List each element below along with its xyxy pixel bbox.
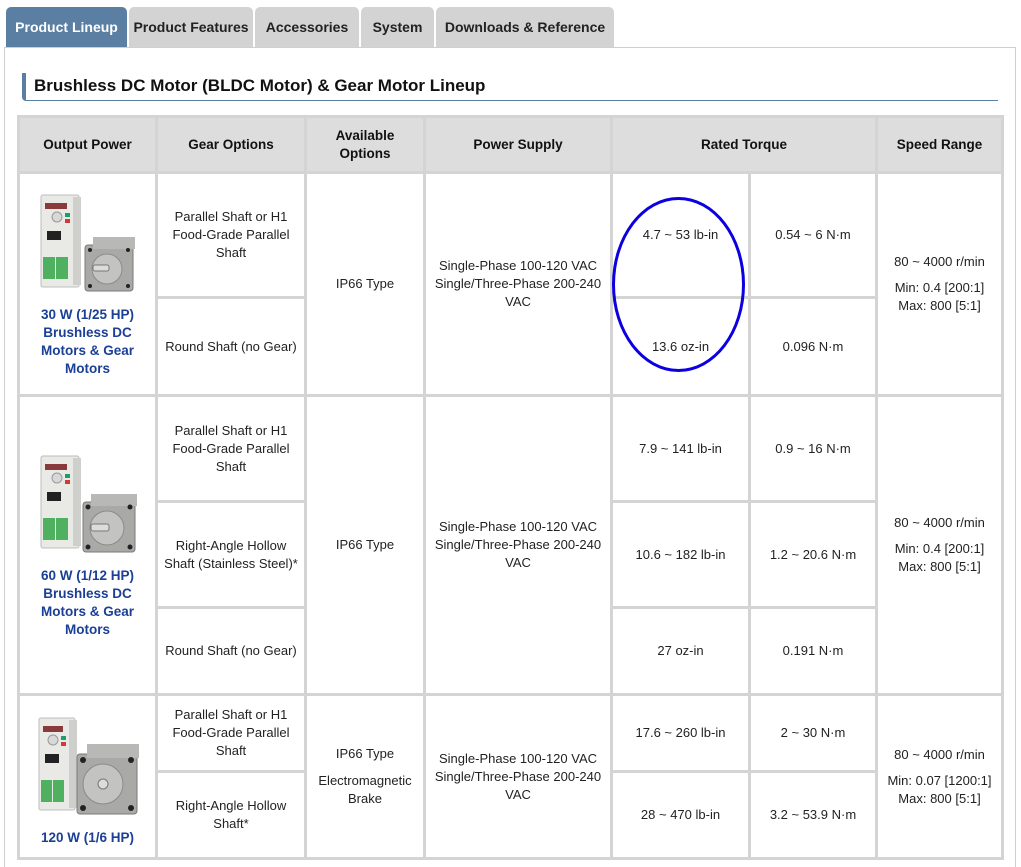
motor-driver-product-image[interactable]	[33, 452, 143, 557]
tab-downloads-reference[interactable]: Downloads & Reference	[436, 7, 614, 47]
output-power-cell: 120 W (1/6 HP)	[17, 693, 158, 860]
speed-range-value: 80 ~ 4000 r/min	[894, 746, 985, 762]
torque-metric-cell: 2 ~ 30 N·m	[748, 693, 878, 773]
product-link-60w[interactable]: 60 W (1/12 HP) Brushless DC Motors & Gea…	[24, 567, 151, 639]
speed-min: Min: 0.4 [200:1]	[894, 541, 985, 556]
header-speed-range: Speed Range	[875, 115, 1004, 174]
tab-product-lineup[interactable]: Product Lineup	[6, 7, 127, 47]
table-row: 60 W (1/12 HP) Brushless DC Motors & Gea…	[17, 394, 1004, 696]
product-link-30w[interactable]: 30 W (1/25 HP) Brushless DC Motors & Gea…	[24, 306, 151, 378]
speed-max: Max: 800 [5:1]	[898, 298, 981, 313]
speed-range-cell: 80 ~ 4000 r/min Min: 0.07 [1200:1] Max: …	[875, 693, 1004, 860]
available-options-cell: IP66 Type Electromagnetic Brake	[304, 693, 426, 860]
torque-imperial-cell: 7.9 ~ 141 lb-in	[610, 394, 751, 503]
motor-driver-product-image[interactable]	[33, 714, 143, 819]
torque-metric-cell: 0.54 ~ 6 N·m	[748, 171, 878, 299]
torque-imperial-cell: 4.7 ~ 53 lb-in	[610, 171, 751, 299]
torque-metric-cell: 0.096 N·m	[748, 296, 878, 397]
power-supply-cell: Single-Phase 100-120 VAC Single/Three-Ph…	[423, 171, 613, 397]
torque-imperial-cell: 13.6 oz-in	[610, 296, 751, 397]
gear-option-cell: Round Shaft (no Gear)	[155, 296, 307, 397]
speed-range-cell: 80 ~ 4000 r/min Min: 0.4 [200:1] Max: 80…	[875, 171, 1004, 397]
header-gear-options: Gear Options	[155, 115, 307, 174]
option-ip66: IP66 Type	[335, 746, 395, 761]
tab-system[interactable]: System	[361, 7, 434, 47]
header-output-power: Output Power	[17, 115, 158, 174]
torque-metric-cell: 0.191 N·m	[748, 606, 878, 696]
option-ip66: IP66 Type	[335, 276, 395, 291]
header-rated-torque: Rated Torque	[610, 115, 878, 174]
tab-bar: Product Lineup Product Features Accessor…	[6, 7, 616, 48]
gear-option-cell: Round Shaft (no Gear)	[155, 606, 307, 696]
tab-product-features[interactable]: Product Features	[129, 7, 253, 47]
available-options-cell: IP66 Type	[304, 171, 426, 397]
speed-min: Min: 0.07 [1200:1]	[887, 772, 992, 788]
speed-range-value: 80 ~ 4000 r/min	[894, 515, 985, 530]
output-power-cell: 60 W (1/12 HP) Brushless DC Motors & Gea…	[17, 394, 158, 696]
torque-imperial-cell: 27 oz-in	[610, 606, 751, 696]
output-power-cell: 30 W (1/25 HP) Brushless DC Motors & Gea…	[17, 171, 158, 397]
table-row: 30 W (1/25 HP) Brushless DC Motors & Gea…	[17, 171, 1004, 397]
tab-accessories[interactable]: Accessories	[255, 7, 359, 47]
option-ip66: IP66 Type	[335, 537, 395, 552]
speed-max: Max: 800 [5:1]	[898, 790, 981, 806]
torque-imperial-cell: 10.6 ~ 182 lb-in	[610, 500, 751, 609]
section-title: Brushless DC Motor (BLDC Motor) & Gear M…	[22, 73, 998, 101]
gear-option-cell: Parallel Shaft or H1 Food-Grade Parallel…	[155, 394, 307, 503]
motor-driver-product-image[interactable]	[33, 191, 143, 296]
option-electromagnetic-brake: Electromagnetic Brake	[318, 773, 412, 806]
header-available-options: Available Options	[304, 115, 426, 174]
table-header-row: Output Power Gear Options Available Opti…	[17, 115, 1004, 174]
gear-option-cell: Parallel Shaft or H1 Food-Grade Parallel…	[155, 693, 307, 773]
header-power-supply: Power Supply	[423, 115, 613, 174]
gear-option-cell: Right-Angle Hollow Shaft (Stainless Stee…	[155, 500, 307, 609]
table-row: 120 W (1/6 HP) Parallel Shaft or H1 Food…	[17, 693, 1004, 860]
gear-option-cell: Parallel Shaft or H1 Food-Grade Parallel…	[155, 171, 307, 299]
torque-metric-cell: 1.2 ~ 20.6 N·m	[748, 500, 878, 609]
lineup-table: Output Power Gear Options Available Opti…	[17, 115, 1004, 860]
power-supply-cell: Single-Phase 100-120 VAC Single/Three-Ph…	[423, 693, 613, 860]
torque-imperial-cell: 17.6 ~ 260 lb-in	[610, 693, 751, 773]
available-options-cell: IP66 Type	[304, 394, 426, 696]
torque-imperial-cell: 28 ~ 470 lb-in	[610, 770, 751, 860]
speed-min: Min: 0.4 [200:1]	[894, 280, 985, 295]
product-link-120w[interactable]: 120 W (1/6 HP)	[24, 829, 151, 847]
torque-metric-cell: 3.2 ~ 53.9 N·m	[748, 770, 878, 860]
speed-range-value: 80 ~ 4000 r/min	[894, 254, 985, 269]
gear-option-cell: Right-Angle Hollow Shaft*	[155, 770, 307, 860]
speed-max: Max: 800 [5:1]	[898, 559, 981, 574]
power-supply-cell: Single-Phase 100-120 VAC Single/Three-Ph…	[423, 394, 613, 696]
torque-metric-cell: 0.9 ~ 16 N·m	[748, 394, 878, 503]
speed-range-cell: 80 ~ 4000 r/min Min: 0.4 [200:1] Max: 80…	[875, 394, 1004, 696]
